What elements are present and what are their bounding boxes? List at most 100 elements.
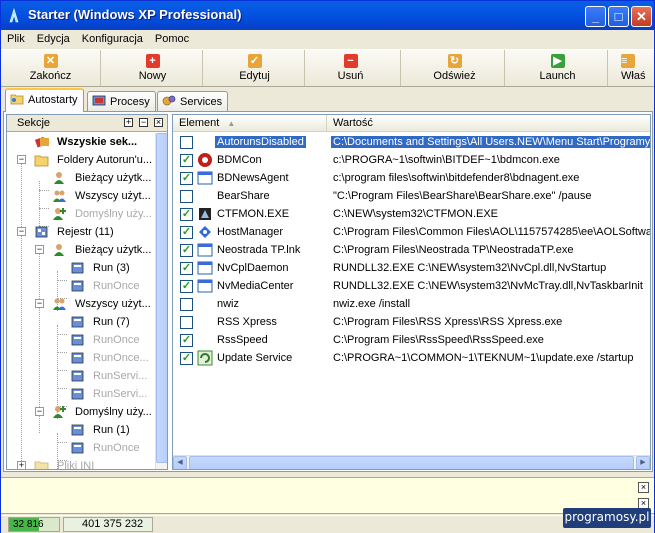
enable-checkbox[interactable]: ✓: [180, 334, 193, 347]
enable-checkbox[interactable]: [180, 190, 193, 203]
list-row[interactable]: RSS Xpress C:\Program Files\RSS Xpress\RS…: [173, 313, 650, 331]
tab-autostarty[interactable]: Autostarty: [5, 88, 84, 112]
tree-item-run-current[interactable]: Run (3): [7, 259, 155, 277]
collapse-toggle[interactable]: −: [35, 299, 44, 308]
tree-item-runonce-all[interactable]: RunOnce: [7, 331, 155, 349]
info-panel: × ×: [1, 477, 654, 514]
enable-checkbox[interactable]: ✓: [180, 280, 193, 293]
tree-item-runonce-default[interactable]: RunOnce: [7, 439, 155, 457]
menu-konfiguracja[interactable]: Konfiguracja: [76, 30, 149, 47]
tree-item-all-users[interactable]: Wszyscy użyt...: [7, 187, 155, 205]
tree-item-current-user[interactable]: Bieżący użytk...: [7, 169, 155, 187]
tree-item-runservices-all[interactable]: RunServi...: [7, 367, 155, 385]
column-header-value[interactable]: Wartość: [327, 115, 650, 132]
menu-edycja[interactable]: Edycja: [31, 30, 76, 47]
element-value: "C:\Program Files\BearShare\BearShare.ex…: [333, 190, 592, 202]
collapse-toggle[interactable]: −: [17, 227, 26, 236]
status-bar: 32 816 401 375 232: [1, 515, 654, 533]
launch-icon: ▶: [550, 54, 565, 68]
registry-key-icon: [71, 370, 84, 382]
menu-pomoc[interactable]: Pomoc: [149, 30, 195, 47]
collapse-toggle[interactable]: −: [17, 155, 26, 164]
list-row[interactable]: ✓ HostManager C:\Program Files\Common File…: [173, 223, 650, 241]
close-pane-button[interactable]: ×: [154, 118, 163, 127]
tree-item-autorun-folders[interactable]: − Foldery Autorun'u...: [7, 151, 155, 169]
element-name: NvMediaCenter: [217, 280, 294, 292]
tree-item-registry[interactable]: − Rejestr (11): [7, 223, 155, 241]
close-button[interactable]: ✕: [631, 6, 652, 27]
bitdefender-icon: [197, 152, 213, 168]
enable-checkbox[interactable]: [180, 316, 193, 329]
list-row[interactable]: BearShare "C:\Program Files\BearShare\Bea…: [173, 187, 650, 205]
element-name: nwiz: [217, 298, 240, 310]
collapse-toggle[interactable]: −: [35, 245, 44, 254]
tree-item-runonce-ex-all[interactable]: RunOnce...: [7, 349, 155, 367]
enable-checkbox[interactable]: ✓: [180, 352, 193, 365]
list-row[interactable]: ✓ RssSpeed C:\Program Files\RssSpeed\RssSp…: [173, 331, 650, 349]
launch-button[interactable]: ▶ Launch: [508, 50, 608, 86]
horizontal-scroll-thumb[interactable]: [189, 456, 634, 469]
tree-item-all-sections[interactable]: Wszyskie sek...: [7, 133, 155, 151]
expand-toggle[interactable]: +: [17, 461, 26, 469]
list-row[interactable]: ✓ CTFMON.EXE C:\NEW\system32\CTFMON.EXE: [173, 205, 650, 223]
enable-checkbox[interactable]: ✓: [180, 226, 193, 239]
horizontal-scrollbar[interactable]: ◀ ▶: [173, 455, 650, 469]
tree-item-registry-default-user[interactable]: − Domyślny uży...: [7, 403, 155, 421]
delete-button[interactable]: − Usuń: [301, 50, 401, 86]
column-header-element[interactable]: Element ▲: [173, 115, 327, 132]
toolbar: ✕ Zakończ + Nowy ✓ Edytuj − Usuń ↻ Odśwież ▶ L…: [1, 49, 654, 87]
users-icon: [53, 190, 66, 202]
info-close-button[interactable]: ×: [638, 482, 649, 493]
scroll-right-button[interactable]: ▶: [636, 456, 650, 469]
list-row[interactable]: ✓ Neostrada TP.lnk C:\Program Files\Neostr…: [173, 241, 650, 259]
expand-all-button[interactable]: +: [124, 118, 133, 127]
window-icon: [197, 260, 213, 276]
services-icon: [162, 95, 176, 106]
list-row[interactable]: ✓ Update Service C:\PROGRA~1\COMMON~1\TEKN…: [173, 349, 650, 367]
tree-item-default-user[interactable]: Domyślny uży...: [7, 205, 155, 223]
tab-procesy[interactable]: Procesy: [87, 91, 156, 111]
list-row[interactable]: ✓ BDMCon c:\PROGRA~1\softwin\BITDEF~1\bdmc…: [173, 151, 650, 169]
maximize-button[interactable]: □: [608, 6, 629, 27]
collapse-toggle[interactable]: −: [35, 407, 44, 416]
properties-button[interactable]: ≡ Właś: [613, 50, 654, 86]
minimize-button[interactable]: _: [585, 6, 606, 27]
tree-item-registry-all-users[interactable]: − Wszyscy użyt...: [7, 295, 155, 313]
scroll-thumb[interactable]: [156, 133, 167, 463]
element-value: nwiz.exe /install: [333, 298, 411, 310]
enable-checkbox[interactable]: ✓: [180, 244, 193, 257]
enable-checkbox[interactable]: ✓: [180, 172, 193, 185]
tab-strip: Autostarty Procesy Services: [1, 88, 654, 112]
user-icon: [54, 244, 64, 256]
sections-scrollbar[interactable]: [155, 133, 167, 469]
enable-checkbox[interactable]: [180, 298, 193, 311]
list-row[interactable]: ✓ BDNewsAgent c:\program files\softwin\bit…: [173, 169, 650, 187]
collapse-all-button[interactable]: −: [139, 118, 148, 127]
edit-button[interactable]: ✓ Edytuj: [205, 50, 305, 86]
tree-item-registry-current-user[interactable]: − Bieżący użytk...: [7, 241, 155, 259]
menu-plik[interactable]: Plik: [1, 30, 31, 47]
tree-item-runservicesonce-all[interactable]: RunServi...: [7, 385, 155, 403]
list-row[interactable]: ✓ NvCplDaemon RUNDLL32.EXE C:\NEW\system32…: [173, 259, 650, 277]
enable-checkbox[interactable]: [180, 136, 193, 149]
users-icon: [53, 298, 66, 310]
element-value: C:\PROGRA~1\COMMON~1\TEKNUM~1\update.exe…: [333, 352, 634, 364]
element-name: RSS Xpress: [217, 316, 277, 328]
exit-button[interactable]: ✕ Zakończ: [1, 50, 101, 86]
tree-item-run-all[interactable]: Run (7): [7, 313, 155, 331]
tree-item-runonce-current[interactable]: RunOnce: [7, 277, 155, 295]
title-bar[interactable]: Starter (Windows XP Professional) _ □ ✕: [1, 1, 654, 30]
enable-checkbox[interactable]: ✓: [180, 262, 193, 275]
enable-checkbox[interactable]: ✓: [180, 208, 193, 221]
list-row[interactable]: AutorunsDisabled C:\Documents and Setting…: [173, 133, 650, 151]
tree-item-run-default[interactable]: Run (1): [7, 421, 155, 439]
list-row[interactable]: nwiz nwiz.exe /install: [173, 295, 650, 313]
ctfmon-icon: [197, 206, 213, 222]
new-button[interactable]: + Nowy: [103, 50, 203, 86]
scroll-left-button[interactable]: ◀: [173, 456, 187, 469]
tab-services[interactable]: Services: [157, 91, 229, 111]
enable-checkbox[interactable]: ✓: [180, 154, 193, 167]
refresh-button[interactable]: ↻ Odśwież: [405, 50, 505, 86]
tree-item-ini-files[interactable]: + Pliki INI: [7, 457, 155, 469]
list-row[interactable]: ✓ NvMediaCenter RUNDLL32.EXE C:\NEW\system…: [173, 277, 650, 295]
